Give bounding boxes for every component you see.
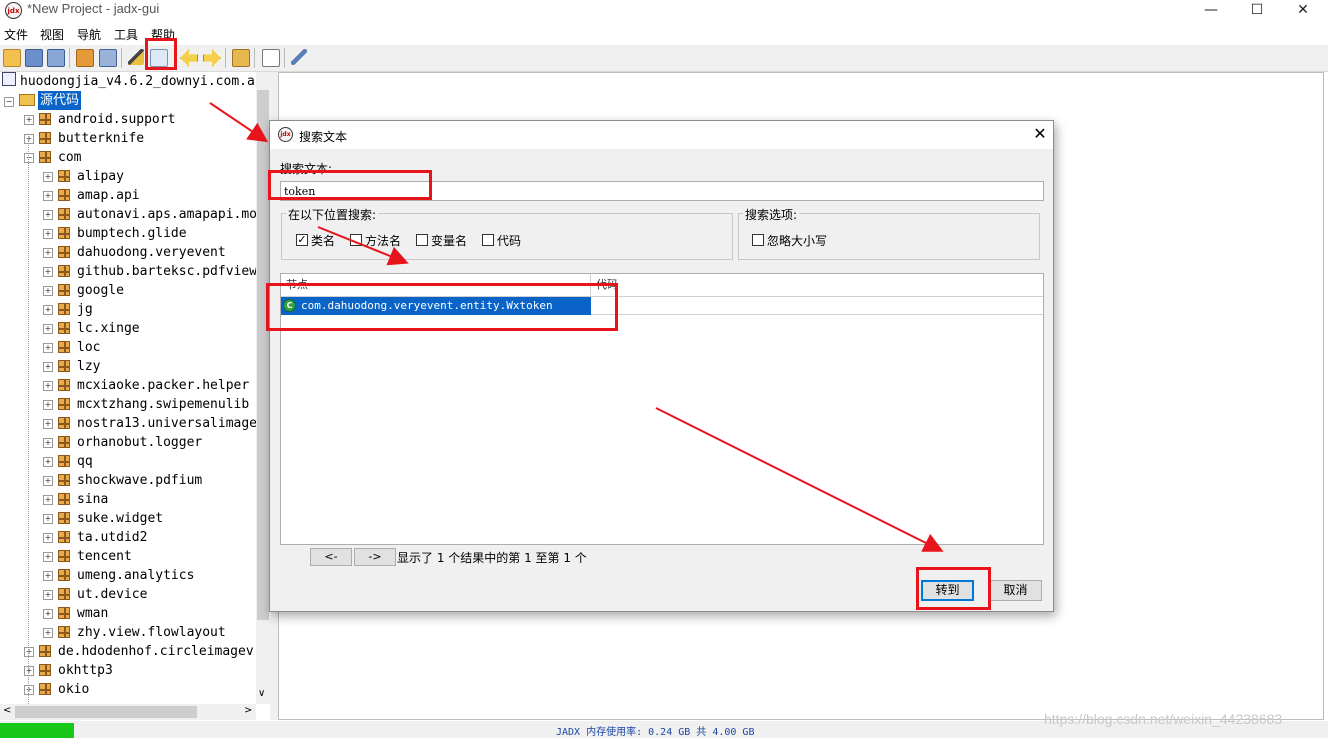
annotation-arrow-2 [317, 226, 409, 266]
annotation-arrows [209, 102, 944, 552]
annotation-arrow-1 [209, 102, 269, 143]
annotation-arrow-3 [655, 407, 944, 552]
